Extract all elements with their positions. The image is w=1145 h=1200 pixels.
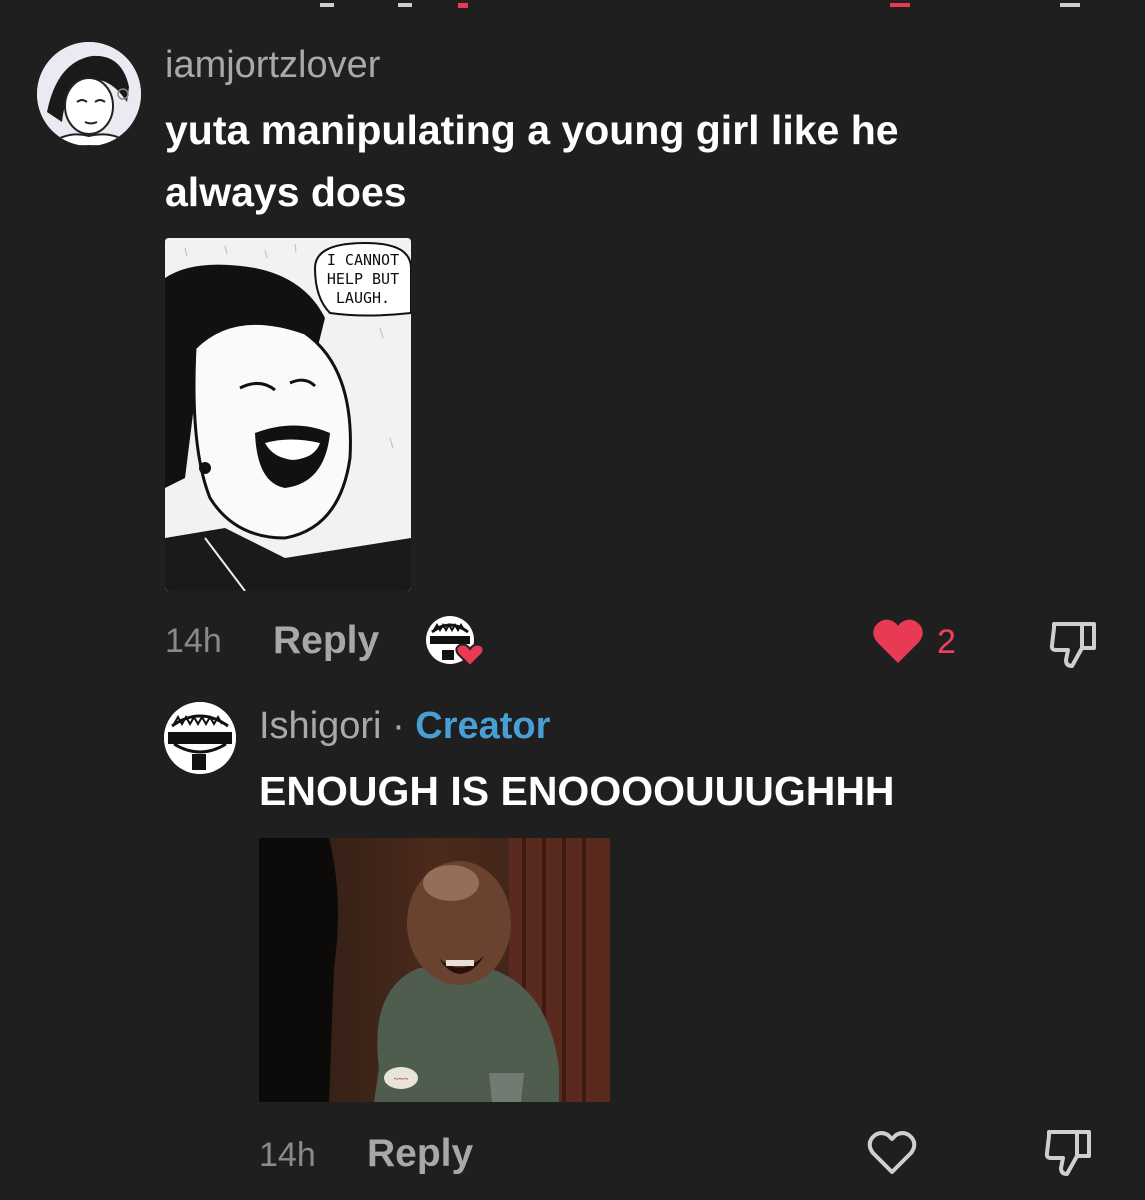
reply-reply-button[interactable]: Reply bbox=[367, 1132, 473, 1176]
creator-badge: Creator bbox=[415, 705, 551, 747]
previous-content-edge bbox=[0, 0, 1145, 10]
comment-username[interactable]: iamjortzlover bbox=[165, 44, 380, 87]
manga-panel-laughing-character: I CANNOT HELP BUT LAUGH. bbox=[165, 238, 411, 591]
comment-like-count: 2 bbox=[937, 623, 956, 661]
header-separator: · bbox=[392, 705, 405, 747]
comment-attached-image[interactable]: I CANNOT HELP BUT LAUGH. bbox=[165, 238, 411, 591]
heart-filled-icon[interactable] bbox=[872, 617, 924, 665]
comment-timestamp: 14h bbox=[165, 622, 222, 660]
creator-avatar-image bbox=[164, 702, 236, 774]
reply-username[interactable]: Ishigori bbox=[259, 705, 382, 747]
comment-text: yuta manipulating a young girl like he a… bbox=[165, 107, 899, 215]
truncated-icons-row bbox=[320, 3, 1080, 8]
reply-timestamp: 14h bbox=[259, 1136, 316, 1174]
thumbs-down-icon[interactable] bbox=[1048, 618, 1100, 670]
anime-girl-avatar-image bbox=[37, 42, 141, 146]
manga-speech-line-2: HELP BUT bbox=[327, 270, 399, 288]
reply-text: ENOUGH IS ENOOOOUUUGHHH bbox=[259, 768, 895, 814]
reply-header: Ishigori · Creator bbox=[259, 705, 550, 748]
reply-avatar[interactable] bbox=[164, 702, 236, 774]
name-tag-art: ~~~ bbox=[394, 1074, 409, 1084]
thumbs-down-icon[interactable] bbox=[1043, 1126, 1095, 1178]
manga-speech-line-3: LAUGH. bbox=[336, 289, 390, 307]
liked-by-creator-indicator bbox=[424, 614, 486, 668]
commenter-avatar[interactable] bbox=[37, 42, 141, 146]
laughing-man-gif-still: ~~~ bbox=[259, 838, 610, 1102]
reply-attached-gif[interactable]: ~~~ bbox=[259, 838, 610, 1102]
creator-avatar-heart-icon bbox=[426, 616, 485, 668]
manga-speech-line-1: I CANNOT bbox=[327, 251, 399, 269]
heart-outline-icon[interactable] bbox=[866, 1128, 918, 1176]
comment-reply-button[interactable]: Reply bbox=[273, 619, 379, 663]
